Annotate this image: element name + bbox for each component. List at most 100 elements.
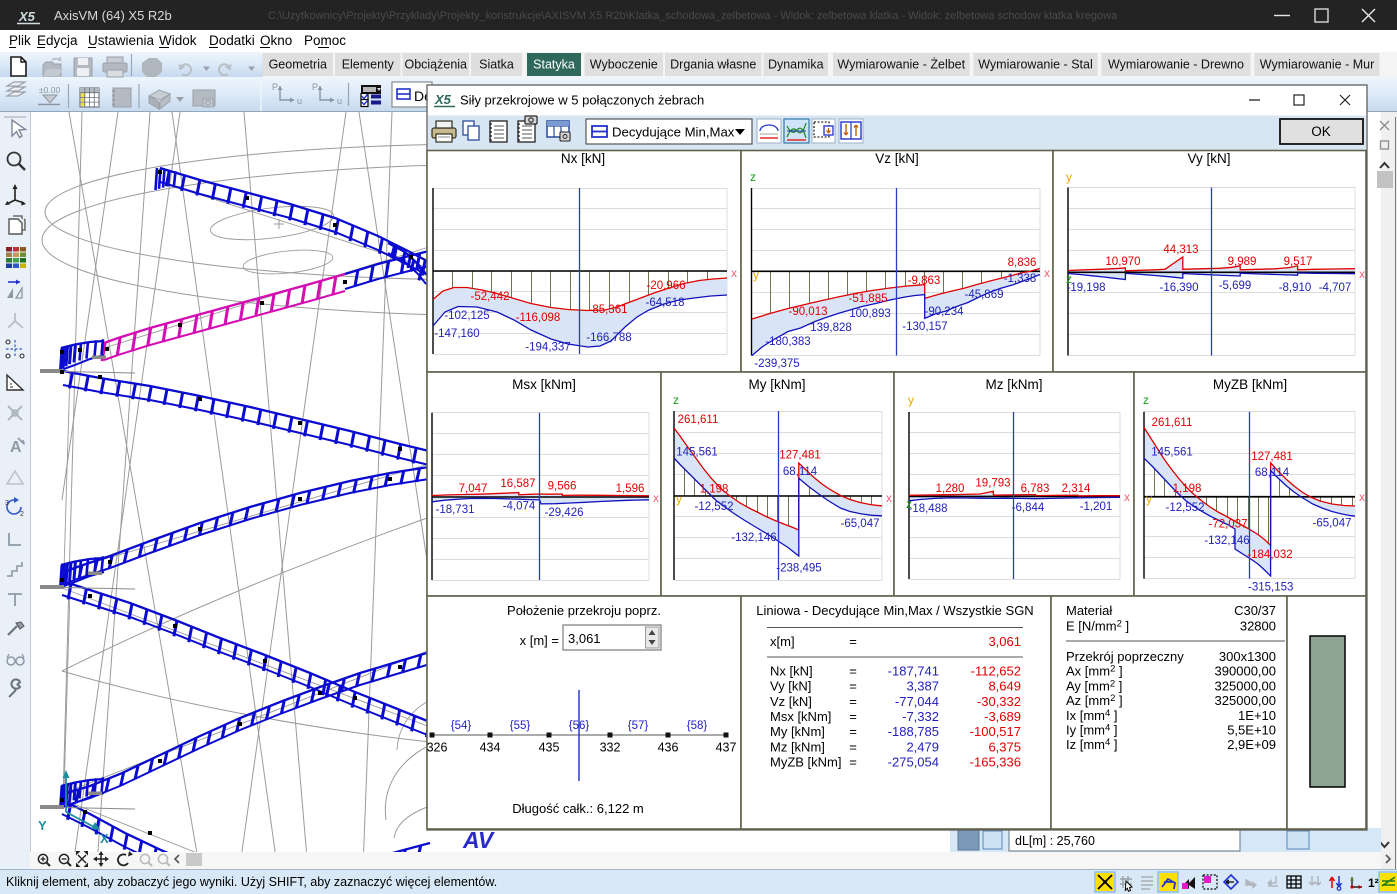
svg-text:Siatka: Siatka — [479, 58, 514, 72]
svg-text:68,114: 68,114 — [1255, 467, 1290, 479]
svg-text:19,793: 19,793 — [975, 478, 1010, 490]
svg-text:Y: Y — [38, 818, 47, 833]
svg-text:261,611: 261,611 — [678, 414, 719, 426]
svg-text:-180,383: -180,383 — [765, 336, 810, 348]
svg-text:Vy [kN]: Vy [kN] — [1187, 151, 1230, 166]
svg-text:Mz [kNm]: Mz [kNm] — [770, 739, 825, 754]
svg-text:{55}: {55} — [510, 720, 531, 732]
svg-text:-7,332: -7,332 — [902, 709, 939, 724]
svg-text:Pomoc: Pomoc — [304, 33, 346, 48]
svg-text:Ustawienia: Ustawienia — [88, 33, 155, 48]
svg-text:z: z — [750, 170, 756, 184]
svg-text:2: 2 — [20, 511, 24, 518]
svg-text:-20,966: -20,966 — [646, 280, 685, 292]
svg-text:6,375: 6,375 — [988, 739, 1021, 754]
svg-text:Wymiarowanie - Stal: Wymiarowanie - Stal — [978, 58, 1093, 72]
svg-text:-194,337: -194,337 — [525, 342, 570, 354]
svg-text:-132,146: -132,146 — [731, 532, 776, 544]
svg-text:-275,054: -275,054 — [888, 754, 939, 769]
svg-text:390000,00: 390000,00 — [1215, 664, 1276, 679]
svg-text:1E+10: 1E+10 — [1238, 708, 1276, 723]
svg-text:7,047: 7,047 — [459, 483, 488, 495]
svg-text:y: y — [1146, 492, 1152, 506]
svg-text:435: 435 — [539, 741, 560, 755]
svg-text:32800: 32800 — [1240, 619, 1276, 634]
svg-text:Msx [kNm]: Msx [kNm] — [512, 377, 576, 392]
svg-text:=: = — [849, 664, 857, 679]
svg-text:Drgania własne: Drgania własne — [670, 58, 756, 72]
svg-text:-116,098: -116,098 — [516, 312, 561, 324]
svg-text:-100,517: -100,517 — [970, 724, 1021, 739]
svg-text:437: 437 — [716, 741, 737, 755]
svg-text:x: x — [1359, 267, 1365, 281]
svg-text:261,611: 261,611 — [1152, 417, 1193, 429]
svg-text:P: P — [312, 82, 318, 92]
svg-text:x: x — [731, 266, 737, 280]
svg-text:x: x — [653, 491, 659, 505]
svg-text:8,649: 8,649 — [988, 679, 1021, 694]
svg-text:A: A — [10, 439, 22, 456]
svg-text:MyZB [kNm]: MyZB [kNm] — [1213, 377, 1287, 392]
svg-text:-12,552: -12,552 — [1165, 502, 1204, 514]
svg-text:Liniowa - Decydujące Min,Max /: Liniowa - Decydujące Min,Max / Wszystkie… — [756, 603, 1033, 618]
svg-text:-132,146: -132,146 — [1204, 535, 1249, 547]
svg-text:3,061: 3,061 — [988, 634, 1021, 649]
svg-text:-72,037: -72,037 — [1208, 519, 1247, 531]
svg-text:dL[m] : 25,760: dL[m] : 25,760 — [1015, 834, 1095, 848]
svg-text:Przekrój poprzeczny: Przekrój poprzeczny — [1066, 649, 1184, 664]
svg-text:434: 434 — [480, 741, 501, 755]
svg-text:Położenie przekroju poprz.: Położenie przekroju poprz. — [507, 603, 661, 618]
svg-text:Wymiarowanie - Mur: Wymiarowanie - Mur — [1260, 58, 1375, 72]
svg-text:My [kNm]: My [kNm] — [770, 724, 825, 739]
svg-text:44,313: 44,313 — [1163, 244, 1198, 256]
svg-text:-77,044: -77,044 — [895, 694, 939, 709]
svg-text:2,479: 2,479 — [906, 739, 939, 754]
svg-text:Mz [kNm]: Mz [kNm] — [986, 377, 1043, 392]
svg-text:-239,375: -239,375 — [754, 358, 799, 370]
svg-text:X5: X5 — [18, 9, 36, 24]
svg-text:=: = — [849, 724, 857, 739]
svg-text:=: = — [849, 694, 857, 709]
svg-text:5,5E+10: 5,5E+10 — [1227, 723, 1276, 738]
svg-text:-4,707: -4,707 — [1319, 282, 1352, 294]
svg-text:X5: X5 — [434, 92, 452, 107]
svg-text:-130,157: -130,157 — [902, 321, 947, 333]
svg-text:139,828: 139,828 — [810, 322, 852, 334]
svg-text:x[m]: x[m] — [770, 634, 795, 649]
svg-text:C:\Uzytkownicy\Projekty\Przykl: C:\Uzytkownicy\Projekty\Przyklady\Projek… — [268, 10, 1118, 22]
svg-text:=: = — [849, 679, 857, 694]
svg-text:Kliknij element, aby zobaczyć: Kliknij element, aby zobaczyć jego wynik… — [6, 875, 497, 889]
svg-text:-90,234: -90,234 — [924, 306, 964, 318]
svg-text:Nx [kN]: Nx [kN] — [770, 664, 813, 679]
svg-text:326: 326 — [427, 741, 448, 755]
svg-text:1,596: 1,596 — [616, 483, 645, 495]
svg-text:3,061: 3,061 — [568, 631, 601, 646]
svg-text:2,9E+09: 2,9E+09 — [1227, 737, 1276, 752]
svg-text:y: y — [1066, 170, 1072, 184]
svg-text:-45,869: -45,869 — [964, 289, 1003, 301]
svg-text:Okno: Okno — [260, 33, 292, 48]
svg-text:AxisVM (64) X5 R2b: AxisVM (64) X5 R2b — [54, 8, 172, 23]
svg-text:1,198: 1,198 — [1173, 483, 1202, 495]
svg-text:Geometria: Geometria — [269, 58, 327, 72]
svg-text:-90,013: -90,013 — [788, 306, 827, 318]
svg-text:=: = — [849, 709, 857, 724]
svg-text:Msx [kNm]: Msx [kNm] — [770, 709, 831, 724]
svg-text:9,566: 9,566 — [548, 481, 577, 493]
svg-text:Edycja: Edycja — [37, 33, 78, 48]
svg-text:9,989: 9,989 — [1228, 256, 1257, 268]
svg-text:x: x — [1044, 266, 1050, 280]
svg-text:Widok: Widok — [159, 33, 197, 48]
svg-text:3,387: 3,387 — [906, 679, 939, 694]
svg-text:=: = — [849, 634, 857, 649]
svg-text:x [m] =: x [m] = — [520, 633, 559, 648]
svg-text:-65,047: -65,047 — [840, 518, 879, 530]
svg-text:-1,201: -1,201 — [1080, 501, 1113, 513]
svg-text:-315,153: -315,153 — [1248, 582, 1293, 594]
svg-text:Wyboczenie: Wyboczenie — [590, 58, 658, 72]
svg-text:Iz [mm4 ]: Iz [mm4 ] — [1066, 737, 1118, 752]
svg-text:u: u — [297, 96, 302, 106]
svg-text:y: y — [753, 268, 759, 282]
svg-text:AV: AV — [462, 827, 495, 853]
svg-text:9,517: 9,517 — [1284, 256, 1313, 268]
